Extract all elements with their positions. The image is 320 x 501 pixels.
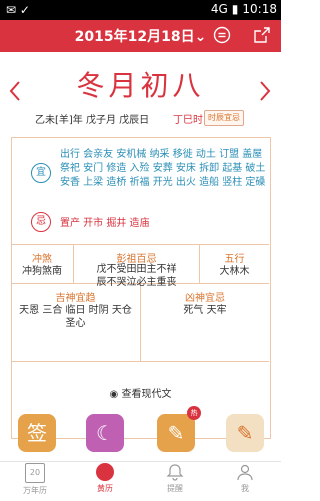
clock: 10:18	[242, 2, 277, 16]
status-icons-right: 4G ▮ 10:18	[211, 2, 277, 16]
jishen-line2: 圣心	[65, 318, 86, 329]
tab-label: 提醒	[167, 484, 183, 493]
view-modern-label: 查看现代文	[121, 389, 172, 400]
jishen-title: 吉神宜趋	[55, 293, 96, 304]
brush-icon: ✎	[167, 421, 185, 445]
tab-calendar[interactable]: 20 万年历	[0, 463, 70, 496]
chongsha-title: 冲煞	[32, 254, 52, 265]
fortune-stick-icon: 签	[27, 421, 47, 445]
shichen-button[interactable]: 时辰宜忌	[204, 110, 244, 126]
xiongshen-title: 凶神宜忌	[185, 293, 225, 304]
yi-text: 出行 会亲友 安机械 纳采 移徙 动土 订盟 盖屋 祭祀 安门 修造 入殓 安葬…	[60, 149, 266, 188]
calendar-icon: 20	[25, 463, 45, 483]
ganzhi-text: 乙未[羊]年 戊子月 戊辰日	[35, 115, 150, 126]
lunar-date-title: 冬月初八	[76, 69, 205, 102]
fortune-stick-button[interactable]: 签	[18, 414, 56, 452]
user-icon	[237, 464, 253, 481]
tab-reminder[interactable]: 提醒	[140, 463, 210, 494]
pengzu-line2: 辰不哭泣必主重丧	[96, 277, 177, 288]
ji-text: 置产 开市 掘井 造庙	[60, 218, 150, 229]
tab-almanac[interactable]: 黄历	[70, 463, 140, 494]
battery-icon: ▮	[231, 2, 239, 16]
dream-button[interactable]: ☾	[86, 414, 124, 452]
almanac-icon	[96, 463, 114, 481]
date-title: 2015年12月18日	[74, 29, 195, 45]
tab-label: 我	[241, 484, 249, 493]
tool-button[interactable]: ✎	[226, 414, 264, 452]
date-picker[interactable]: 2015年12月18日⌄	[0, 26, 281, 46]
eye-icon: ◉	[109, 389, 119, 400]
chevron-down-icon: ⌄	[194, 29, 207, 45]
app-header: 2015年12月18日⌄	[0, 20, 281, 52]
pengzu-line1: 戊不受田田主不祥	[96, 264, 177, 275]
today-button[interactable]	[213, 26, 231, 44]
wuxing-value: 大林木	[219, 266, 250, 277]
xiongshen-value: 死气 天牢	[183, 305, 227, 316]
pen-icon: ✎	[236, 421, 254, 445]
bell-icon	[166, 464, 184, 481]
tab-me[interactable]: 我	[210, 463, 280, 494]
status-bar: ✉ ✓ 4G ▮ 10:18	[0, 0, 281, 20]
shichen-text: 丁巳时	[173, 115, 203, 126]
tab-label: 万年历	[23, 486, 47, 495]
moon-icon: ☾	[96, 421, 114, 445]
tab-label: 黄历	[97, 484, 113, 493]
naming-button[interactable]: ✎	[157, 414, 195, 452]
yi-badge: 宜	[31, 163, 51, 183]
wuxing-title: 五行	[224, 254, 245, 265]
hot-badge: 热	[187, 406, 201, 420]
jishen-line1: 天恩 三合 临日 时阴 天仓	[19, 305, 132, 316]
share-button[interactable]	[253, 26, 271, 44]
divider	[11, 361, 269, 362]
chongsha-value: 冲狗煞南	[22, 266, 62, 277]
divider	[11, 244, 269, 245]
ji-badge: 忌	[31, 212, 51, 232]
share-icon	[254, 27, 270, 43]
signal-label: 4G	[210, 2, 228, 16]
today-icon	[213, 26, 231, 44]
status-icons-left: ✉ ✓	[6, 3, 30, 17]
view-modern-button[interactable]: ◉ 查看现代文	[0, 385, 281, 400]
